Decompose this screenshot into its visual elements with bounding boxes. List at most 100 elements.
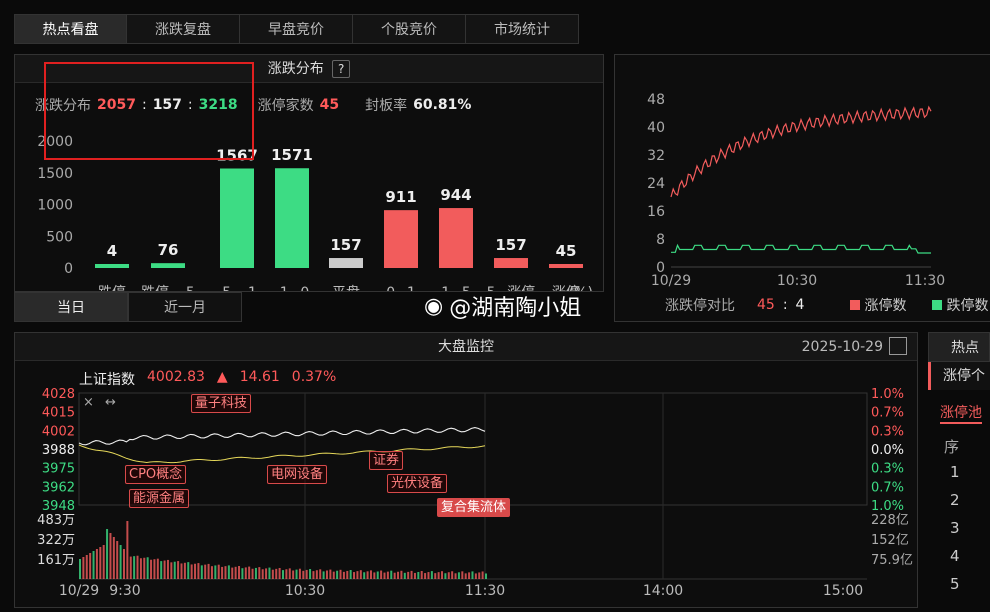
volume-bar — [397, 571, 400, 579]
bar-category-label: -5~-1 — [217, 285, 257, 291]
volume-bar — [295, 569, 298, 579]
amount-tick: 228亿 — [871, 513, 909, 528]
volume-bar — [150, 559, 153, 579]
limit-ratio-down: 4 — [795, 297, 805, 313]
volume-bar — [363, 572, 366, 579]
pct-tick: 0.7% — [871, 480, 904, 495]
volume-bar — [109, 533, 112, 579]
right-hot-tab[interactable]: 热点个 — [928, 332, 990, 386]
volume-bar — [102, 545, 105, 579]
tab-review[interactable]: 涨跌复盘 — [127, 14, 240, 44]
tag-securities[interactable]: 证券 — [369, 451, 404, 470]
limit-y-tick: 48 — [647, 92, 665, 108]
bar-6[interactable] — [439, 208, 473, 268]
limit-compare-chart: 48403224168010/29 10:30 11:30 — [647, 92, 945, 289]
volume-bar — [241, 568, 244, 579]
top-tabs: 热点看盘 涨跌复盘 早盘竞价 个股竞价 市场统计 — [14, 14, 579, 44]
volume-bar — [95, 549, 98, 579]
volume-bar — [234, 566, 237, 579]
row-2[interactable]: 2 — [950, 491, 960, 509]
bar-1[interactable] — [151, 263, 185, 268]
volume-bar — [143, 557, 146, 579]
tab-market-stats[interactable]: 市场统计 — [466, 14, 579, 44]
expand-icon[interactable]: ↔ — [105, 395, 116, 410]
volume-bar — [424, 573, 427, 579]
amount-tick: 152亿 — [871, 533, 909, 548]
bar-value-label: 157 — [495, 236, 526, 254]
limit-x-tick: 11:30 — [905, 273, 945, 289]
volume-bar — [194, 563, 197, 579]
bar-4[interactable] — [329, 258, 363, 268]
volume-bar — [224, 566, 227, 579]
row-1[interactable]: 1 — [950, 463, 960, 481]
bar-category-label: 跌停 — [98, 284, 126, 291]
volume-bar — [302, 570, 305, 579]
bar-7[interactable] — [494, 258, 528, 268]
legend-down-label: 跌停数 — [946, 298, 989, 314]
pct-tick: 0.3% — [871, 424, 904, 439]
bar-3[interactable] — [275, 168, 309, 268]
bar-8[interactable] — [549, 264, 583, 268]
volume-bar — [319, 569, 322, 579]
pct-tick: 0.3% — [871, 462, 904, 477]
row-5[interactable]: 5 — [950, 575, 960, 593]
market-monitor-panel: 大盘监控 2025-10-29 上证指数 4002.83 ▲ 14.61 0.3… — [14, 332, 918, 608]
limit-ratio-sep: : — [782, 297, 788, 313]
bar-0[interactable] — [95, 264, 129, 268]
limit-compare-panel: 48 40 32 24 16 8 0 10/29 10:30 11:30 涨跌停对比 45 : 4… — [614, 54, 990, 322]
bar-2[interactable] — [220, 168, 254, 268]
tab-month[interactable]: 近一月 — [128, 292, 242, 322]
volume-bar — [265, 568, 268, 579]
volume-bar — [79, 559, 81, 579]
y-tick-label: 500 — [46, 229, 73, 245]
volume-bar — [417, 571, 420, 579]
volume-bar — [136, 555, 139, 579]
bar-value-label: 1571 — [271, 146, 313, 164]
volume-bar — [315, 570, 318, 579]
volume-bar — [99, 547, 102, 579]
tag-composite[interactable]: 复合集流体 — [437, 498, 511, 517]
volume-bar — [170, 562, 173, 579]
pct-tick: 1.0% — [871, 499, 904, 514]
tag-grid[interactable]: 电网设备 — [267, 465, 328, 484]
tab-today[interactable]: 当日 — [14, 292, 128, 322]
tab-stock-auction[interactable]: 个股竞价 — [353, 14, 466, 44]
tab-early-auction[interactable]: 早盘竞价 — [240, 14, 353, 44]
tag-energy-metal[interactable]: 能源金属 — [129, 489, 190, 508]
weibo-icon: ◉ — [424, 293, 444, 319]
tag-quantum[interactable]: 量子科技 — [191, 394, 252, 413]
tag-pv[interactable]: 光伏设备 — [387, 474, 448, 493]
time-tick: 15:00 — [823, 583, 863, 599]
help-icon[interactable]: ? — [332, 60, 351, 78]
bar-value-label: 4 — [107, 242, 117, 260]
bar-category-label: 0~1 — [386, 285, 416, 291]
volume-bar — [251, 568, 254, 579]
time-tick: 9:30 — [109, 583, 140, 599]
volume-tick: 322万 — [37, 533, 75, 548]
limit-legend-label: 涨跌停对比 — [665, 298, 735, 314]
tag-cpo[interactable]: CPO概念 — [125, 465, 187, 484]
volume-bar — [129, 556, 132, 579]
volume-bar — [461, 571, 464, 579]
limit-x-tick: 10/29 — [651, 273, 691, 289]
volume-bar — [434, 573, 437, 579]
volume-bar — [478, 572, 481, 579]
pct-tick: 0.0% — [871, 443, 904, 458]
tab-hot-watch[interactable]: 热点看盘 — [14, 14, 127, 44]
volume-bar — [231, 567, 234, 579]
row-4[interactable]: 4 — [950, 547, 960, 565]
volume-bar — [468, 572, 471, 579]
volume-bar — [221, 566, 224, 579]
bar-5[interactable] — [384, 210, 418, 268]
volume-bar — [485, 573, 487, 579]
highlight-box — [44, 62, 254, 160]
index-line — [78, 427, 486, 446]
row-3[interactable]: 3 — [950, 519, 960, 537]
y-tick-label: 1500 — [37, 166, 73, 182]
volume-bar — [85, 555, 88, 579]
volume-tick: 161万 — [37, 553, 75, 568]
tab-limit-pool[interactable]: 涨停池 — [940, 402, 982, 424]
close-icon[interactable]: × — [83, 395, 94, 410]
limit-y-tick: 24 — [647, 176, 665, 192]
volume-bar — [481, 571, 484, 579]
